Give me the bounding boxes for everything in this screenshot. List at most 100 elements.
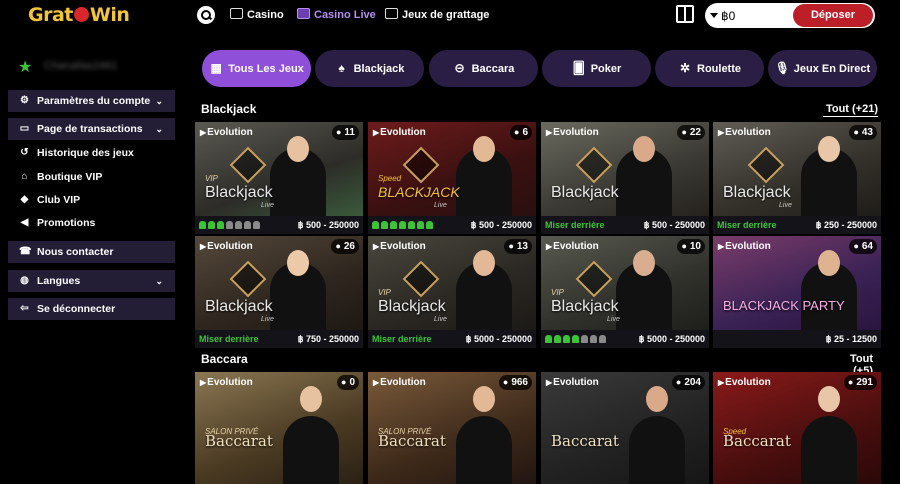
game-subtitle-live: Live	[434, 316, 447, 323]
chevron-down-icon[interactable]: ⌄	[155, 270, 163, 292]
game-thumbnail[interactable]: Evolution 966 SALON PRIVÉ Baccarat	[368, 372, 536, 484]
game-thumbnail[interactable]: Evolution 64 BLACKJACK PARTY	[713, 236, 881, 330]
deposit-button[interactable]: Déposer	[793, 4, 873, 27]
sidebar-item-se-déconnecter[interactable]: ⇦ Se déconnecter	[8, 298, 175, 320]
provider-logo: Evolution	[200, 241, 253, 252]
seat-indicators	[372, 216, 435, 234]
game-thumbnail[interactable]: Evolution 11 VIP Blackjack Live	[195, 122, 363, 216]
player-count: 0	[337, 375, 359, 390]
blackjack-chip-icon	[575, 146, 613, 184]
roulette-icon: ✲	[679, 61, 691, 75]
game-thumbnail[interactable]: Evolution 13 VIP Blackjack Live	[368, 236, 536, 330]
sidebar-item-nous-contacter[interactable]: ☎ Nous contacter	[8, 241, 175, 263]
game-thumbnail[interactable]: Evolution 204 Baccarat	[541, 372, 709, 484]
sidebar-item-promotions[interactable]: ◀ Promotions	[8, 212, 175, 234]
chevron-down-icon[interactable]: ⌄	[155, 90, 163, 112]
chevron-down-icon[interactable]	[710, 13, 718, 18]
dealer-image	[801, 416, 857, 484]
sidebar-item-langues[interactable]: ◍ Langues ⌄	[8, 270, 175, 292]
game-title: Blackjack	[723, 184, 791, 201]
sidebar-item-page-de-transactions[interactable]: ▭ Page de transactions ⌄	[8, 118, 175, 140]
game-thumbnail[interactable]: Evolution 10 VIP Blackjack Live	[541, 236, 709, 330]
seat-icon	[572, 335, 579, 343]
player-count: 13	[504, 239, 532, 254]
seat-icon	[590, 335, 597, 343]
game-subtitle-live: Live	[261, 202, 274, 209]
player-count: 966	[498, 375, 532, 390]
tab-roulette[interactable]: ✲ Roulette	[655, 50, 764, 87]
game-card[interactable]: Evolution 291 Speed Baccarat	[713, 372, 881, 484]
game-card[interactable]: Evolution 204 Baccarat	[541, 372, 709, 484]
sidebar: ★ Chanallas2461 ⚙ Paramètres du compte ⌄ ▭ P…	[0, 50, 180, 450]
sidebar-item-label: Club VIP	[37, 194, 81, 206]
balance-value: ฿0	[721, 9, 736, 23]
player-count: 43	[849, 125, 877, 140]
game-card[interactable]: Evolution 43 Blackjack Live Miser derriè…	[713, 122, 881, 234]
tab-jeux-en-direct[interactable]: 🎙 Jeux En Direct	[768, 50, 877, 87]
game-card[interactable]: Evolution 966 SALON PRIVÉ Baccarat	[368, 372, 536, 484]
tab-tous-les-jeux[interactable]: ▦ Tous Les Jeux	[202, 50, 311, 87]
game-thumbnail[interactable]: Evolution 0 SALON PRIVÉ Baccarat	[195, 372, 363, 484]
game-thumbnail[interactable]: Evolution 22 Blackjack	[541, 122, 709, 216]
gear-icon: ⚙	[20, 95, 29, 106]
card-footer: Miser derrière ฿ 5000 - 250000	[368, 330, 536, 348]
gift-icon[interactable]	[676, 5, 694, 23]
dealer-face	[818, 250, 840, 276]
nav-scratch-games[interactable]: Jeux de grattage	[385, 8, 489, 21]
dealer-image	[456, 416, 512, 484]
nav-casino[interactable]: Casino	[230, 8, 284, 21]
tab-blackjack[interactable]: ♠ Blackjack	[315, 50, 424, 87]
logout-icon: ⇦	[20, 303, 29, 314]
provider-logo: Evolution	[546, 241, 599, 252]
search-icon[interactable]	[197, 6, 215, 24]
sidebar-item-label: Page de transactions	[37, 123, 143, 135]
seat-indicators	[545, 330, 608, 348]
seat-indicators	[199, 216, 262, 234]
seat-icon	[417, 221, 424, 229]
game-card[interactable]: Evolution 10 VIP Blackjack Live ฿ 5000 -…	[541, 236, 709, 348]
bet-behind-label: Miser derrière	[545, 220, 605, 230]
tab-poker[interactable]: 🂠 Poker	[542, 50, 651, 87]
gratowin-logo[interactable]: Grat Win	[28, 4, 130, 26]
sidebar-item-club-vip[interactable]: ◆ Club VIP	[8, 189, 175, 211]
sidebar-item-boutique-vip[interactable]: ⌂ Boutique VIP	[8, 166, 175, 188]
provider-logo: Evolution	[546, 377, 599, 388]
see-all-blackjack-link[interactable]: Tout (+21)	[823, 103, 878, 117]
game-title: Blackjack	[205, 184, 273, 201]
sidebar-item-historique-des-jeux[interactable]: ↺ Historique des jeux	[8, 142, 175, 164]
dealer-face	[287, 250, 309, 276]
dealer-image	[283, 416, 339, 484]
game-card[interactable]: Evolution 6 Speed BLACKJACK Live ฿ 500 -…	[368, 122, 536, 234]
game-thumbnail[interactable]: Evolution 291 Speed Baccarat	[713, 372, 881, 484]
blackjack-chip-icon	[402, 260, 440, 298]
card-footer: ฿ 500 - 250000	[195, 216, 363, 234]
shop-icon: ⌂	[21, 171, 28, 182]
game-thumbnail[interactable]: Evolution 43 Blackjack Live	[713, 122, 881, 216]
game-card[interactable]: Evolution 0 SALON PRIVÉ Baccarat	[195, 372, 363, 484]
game-card[interactable]: Evolution 13 VIP Blackjack Live Miser de…	[368, 236, 536, 348]
provider-logo: Evolution	[546, 127, 599, 138]
sidebar-item-paramètres-du-compte[interactable]: ⚙ Paramètres du compte ⌄	[8, 90, 175, 112]
bet-limits: ฿ 500 - 250000	[470, 220, 532, 230]
game-card[interactable]: Evolution 22 Blackjack Miser derrière ฿ 5…	[541, 122, 709, 234]
game-title: BLACKJACK PARTY	[723, 298, 845, 313]
dealer-face	[633, 250, 655, 276]
tab-baccara[interactable]: ⊝ Baccara	[429, 50, 538, 87]
star-icon: ★	[18, 59, 33, 76]
bet-limits: ฿ 500 - 250000	[643, 220, 705, 230]
top-bar: Grat Win Casino Casino Live Jeux de gratt…	[0, 0, 900, 30]
wallet-balance[interactable]: ฿0 Déposer	[705, 3, 875, 28]
nav-casino-live[interactable]: Casino Live	[297, 8, 376, 21]
game-card[interactable]: Evolution 64 BLACKJACK PARTY ฿ 25 - 1250…	[713, 236, 881, 348]
game-card[interactable]: Evolution 11 VIP Blackjack Live ฿ 500 - …	[195, 122, 363, 234]
wallet-icon: ▭	[19, 123, 30, 134]
game-title: Baccarat	[205, 432, 273, 450]
seat-icon	[390, 221, 397, 229]
sidebar-item-label: Se déconnecter	[37, 303, 116, 315]
seat-icon	[563, 335, 570, 343]
chevron-down-icon[interactable]: ⌄	[155, 118, 163, 140]
game-thumbnail[interactable]: Evolution 26 Blackjack Live	[195, 236, 363, 330]
game-thumbnail[interactable]: Evolution 6 Speed BLACKJACK Live	[368, 122, 536, 216]
game-card[interactable]: Evolution 26 Blackjack Live Miser derriè…	[195, 236, 363, 348]
seat-icon	[554, 335, 561, 343]
